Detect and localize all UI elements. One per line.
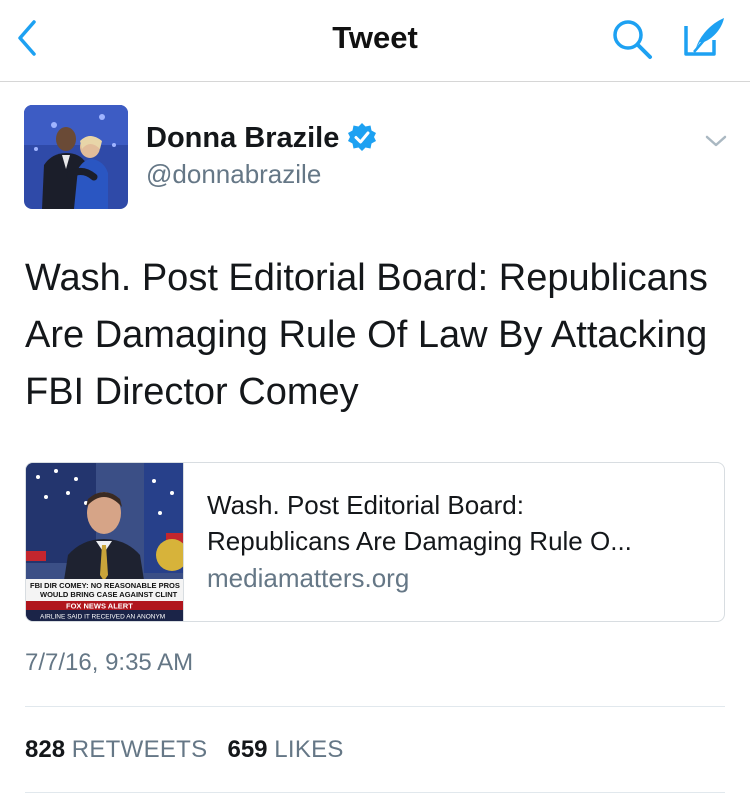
compose-icon (684, 18, 724, 56)
search-icon (613, 20, 652, 59)
thumb-alert: FOX NEWS ALERT (66, 602, 133, 611)
author-name-row[interactable]: Donna Brazile (146, 122, 377, 155)
card-title-line-2: Republicans Are Damaging Rule O... (207, 526, 632, 556)
thumb-chyron-1: FBI DIR COMEY: NO REASONABLE PROS (30, 581, 180, 590)
card-thumbnail: FBI DIR COMEY: NO REASONABLE PROS WOULD … (26, 463, 184, 621)
link-card[interactable]: FBI DIR COMEY: NO REASONABLE PROS WOULD … (25, 462, 725, 622)
retweets-label: RETWEETS (71, 736, 208, 763)
author-handle[interactable]: @donnabrazile (146, 159, 321, 190)
more-options-button[interactable] (702, 130, 730, 152)
card-domain: mediamatters.org (207, 563, 410, 593)
chevron-down-icon (705, 135, 727, 147)
thumb-ticker: AIRLINE SAID IT RECEIVED AN ANONYM (40, 614, 165, 621)
retweets-stat[interactable]: 828 RETWEETS (25, 736, 207, 763)
card-title: Wash. Post Editorial Board: Republicans … (207, 487, 707, 559)
divider (25, 706, 725, 707)
likes-label: LIKES (274, 736, 344, 763)
card-title-line-1: Wash. Post Editorial Board: (207, 490, 524, 520)
avatar-photo (24, 105, 128, 209)
navigation-bar: Tweet (0, 0, 750, 82)
tweet-stats: 828 RETWEETS 659 LIKES (25, 736, 344, 764)
divider (25, 792, 725, 793)
thumb-chyron-2: WOULD BRING CASE AGAINST CLINT (40, 590, 178, 599)
compose-button[interactable] (682, 14, 728, 60)
likes-stat[interactable]: 659 LIKES (227, 736, 343, 763)
tweet-timestamp: 7/7/16, 9:35 AM (25, 649, 194, 676)
tweet-text: Wash. Post Editorial Board: Republicans … (25, 257, 708, 413)
author-name: Donna Brazile (146, 122, 340, 154)
verified-icon (348, 123, 377, 152)
retweets-count: 828 (25, 736, 66, 763)
likes-count: 659 (227, 736, 268, 763)
search-button[interactable] (608, 16, 656, 60)
avatar[interactable] (24, 105, 128, 209)
